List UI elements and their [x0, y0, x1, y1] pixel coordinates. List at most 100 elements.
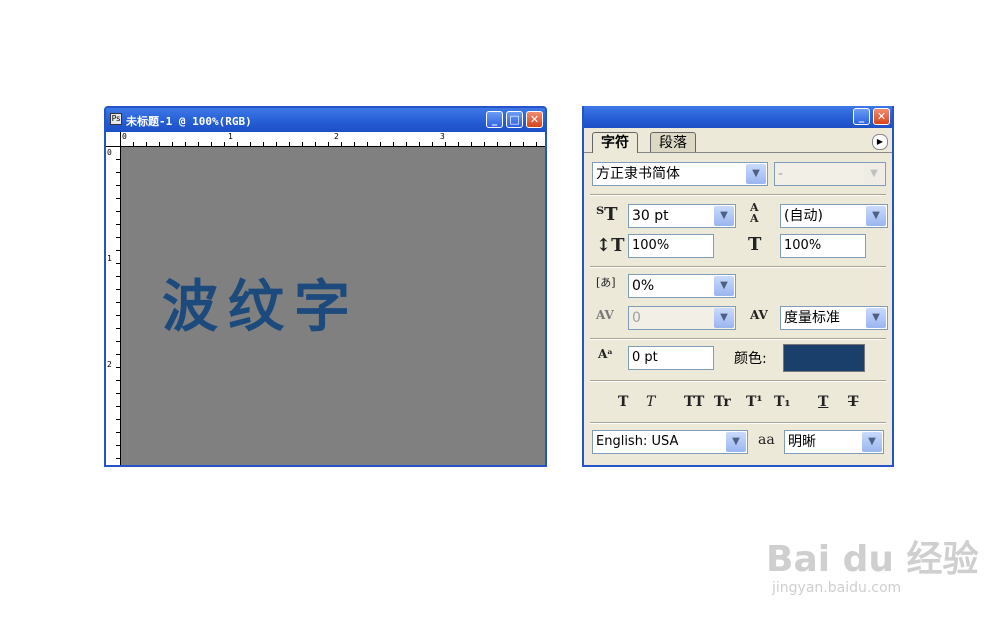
ruler-label: 1 [107, 254, 112, 263]
panel-close-button[interactable]: ✕ [873, 108, 890, 125]
divider [590, 380, 886, 382]
horizontal-scale-field[interactable]: 100% [780, 234, 866, 258]
leading-icon: AA [750, 201, 759, 225]
vertical-scale-field[interactable]: 100% [628, 234, 714, 258]
ruler-tick [419, 142, 420, 146]
ruler-tick [328, 142, 329, 146]
ruler-tick [302, 142, 303, 146]
ruler-tick [146, 142, 147, 146]
tracking-icon: AV [750, 308, 768, 322]
ruler-tick [116, 198, 120, 199]
chevron-down-icon: ▼ [866, 308, 886, 328]
ruler-origin[interactable] [106, 132, 121, 147]
ruler-tick [159, 142, 160, 146]
chevron-down-icon: ▼ [746, 164, 766, 184]
baseline-shift-field[interactable]: 0 pt [628, 346, 714, 370]
kerning-icon: AV [596, 308, 614, 322]
font-style-select[interactable]: - ▼ [774, 162, 886, 186]
color-label: 颜色: [734, 351, 767, 367]
vertical-ruler[interactable]: 0 1 2 [106, 132, 121, 465]
kerning-select[interactable]: 0 ▼ [628, 306, 736, 330]
tsume-select[interactable]: 0% ▼ [628, 274, 736, 298]
ruler-tick [116, 159, 120, 160]
horizontal-ruler[interactable]: 0 1 2 3 [120, 132, 545, 147]
subscript-button[interactable]: T₁ [774, 394, 791, 410]
ruler-tick [116, 445, 120, 446]
faux-italic-button[interactable]: T [646, 394, 655, 410]
panel-menu-button[interactable]: ▶ [872, 134, 888, 150]
ruler-tick [116, 406, 120, 407]
antialias-select[interactable]: 明晰 ▼ [784, 430, 884, 454]
minimize-button[interactable]: _ [486, 111, 503, 128]
divider [590, 338, 886, 340]
maximize-button[interactable]: □ [506, 111, 523, 128]
ruler-label: 0 [107, 148, 112, 157]
ruler-tick [116, 237, 120, 238]
photoshop-doc-icon[interactable]: Ps [110, 113, 122, 125]
superscript-button[interactable]: T¹ [746, 394, 763, 410]
close-button[interactable]: ✕ [526, 111, 543, 128]
strikethrough-button[interactable]: T [848, 394, 858, 410]
ruler-tick [116, 328, 120, 329]
font-size-icon: ᵀT [596, 204, 618, 225]
ruler-tick [380, 142, 381, 146]
tab-paragraph[interactable]: 段落 [650, 132, 696, 152]
divider [590, 266, 886, 268]
ruler-tick [367, 142, 368, 146]
underline-button[interactable]: T [818, 394, 828, 410]
document-window: Ps 未标题-1 @ 100%(RGB) _ □ ✕ 0 1 2 3 0 1 2… [104, 106, 547, 467]
language-select[interactable]: English: USA ▼ [592, 430, 748, 454]
chevron-down-icon: ▼ [726, 432, 746, 452]
ruler-tick [133, 142, 134, 146]
font-style-value: - [778, 166, 784, 182]
document-title-bar[interactable]: Ps 未标题-1 @ 100%(RGB) _ □ ✕ [106, 108, 545, 132]
text-color-swatch[interactable] [783, 344, 865, 372]
canvas-text-layer[interactable]: 波纹字 [162, 262, 360, 343]
ruler-tick [484, 142, 485, 146]
canvas-area[interactable]: 0 1 2 3 0 1 2 波纹字 [106, 132, 545, 465]
antialias-icon: aa [758, 432, 775, 448]
ruler-tick [116, 432, 120, 433]
leading-select[interactable]: (自动) ▼ [780, 204, 888, 228]
tracking-select[interactable]: 度量标准 ▼ [780, 306, 888, 330]
all-caps-button[interactable]: TT [684, 394, 704, 410]
font-size-select[interactable]: 30 pt ▼ [628, 204, 736, 228]
faux-bold-button[interactable]: T [618, 394, 628, 410]
panel-minimize-button[interactable]: _ [853, 108, 870, 125]
language-value: English: USA [596, 434, 679, 449]
close-icon: ✕ [876, 110, 887, 123]
ruler-tick [116, 250, 120, 251]
font-family-select[interactable]: 方正隶书简体 ▼ [592, 162, 768, 186]
ruler-tick [116, 419, 120, 420]
tab-character[interactable]: 字符 [592, 132, 638, 153]
chevron-down-icon: ▼ [864, 164, 884, 184]
ruler-tick [185, 142, 186, 146]
antialias-value: 明晰 [788, 434, 816, 450]
ruler-tick [354, 142, 355, 146]
ruler-label: 2 [334, 132, 339, 141]
leading-value: (自动) [784, 208, 823, 224]
ruler-tick [445, 142, 446, 146]
ruler-tick [116, 367, 120, 368]
ruler-label: 1 [228, 132, 233, 141]
chevron-down-icon: ▼ [714, 308, 734, 328]
panel-title-bar[interactable]: _ ✕ [584, 106, 892, 128]
ruler-tick [116, 341, 120, 342]
ruler-tick [341, 142, 342, 146]
ruler-tick [471, 142, 472, 146]
ruler-label: 3 [440, 132, 445, 141]
chevron-down-icon: ▼ [862, 432, 882, 452]
ruler-tick [393, 142, 394, 146]
ruler-tick [523, 142, 524, 146]
small-caps-button[interactable]: Tr [714, 394, 731, 410]
panel-tabs: 字符 段落 ▶ [584, 128, 892, 153]
kerning-value: 0 [632, 310, 641, 326]
divider [590, 422, 886, 424]
tracking-value: 度量标准 [784, 310, 840, 326]
tsume-icon: [あ] [596, 276, 616, 289]
ruler-tick [116, 380, 120, 381]
baidu-jingyan-watermark: Bai du 经验 jingyan.baidu.com [766, 520, 979, 610]
ruler-tick [536, 142, 537, 146]
ruler-tick [116, 354, 120, 355]
ruler-tick [116, 458, 120, 459]
